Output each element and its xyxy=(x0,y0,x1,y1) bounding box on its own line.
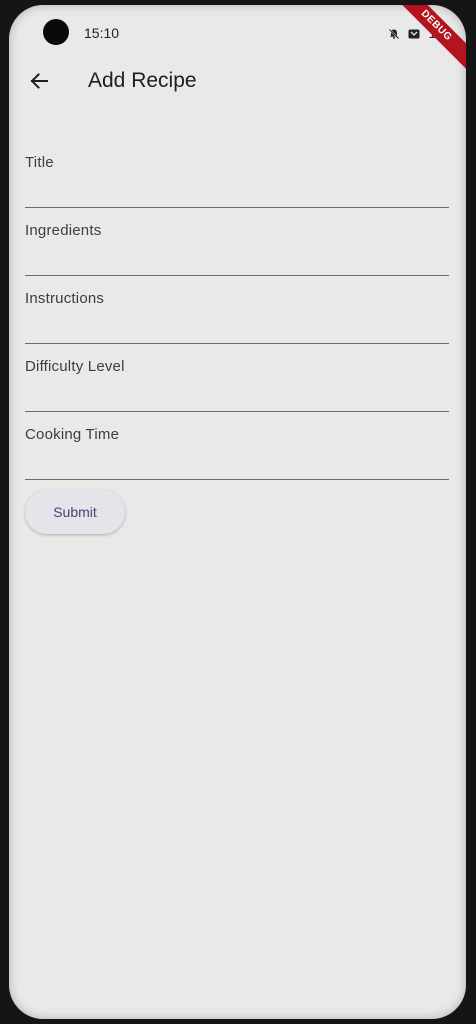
phone-frame: 15:10 14 DEBUG xyxy=(0,0,476,1024)
title-field-label: Title xyxy=(25,154,54,171)
app-bar: Add Recipe xyxy=(9,61,466,107)
arrow-back-icon xyxy=(29,71,49,96)
difficulty-level-input[interactable] xyxy=(25,383,453,407)
ingredients-field-label: Ingredients xyxy=(25,222,102,239)
cooking-time-field-label: Cooking Time xyxy=(25,426,120,443)
notification-box-icon xyxy=(408,27,420,39)
title-input[interactable] xyxy=(25,179,453,203)
instructions-field-label: Instructions xyxy=(25,290,105,307)
app-screen: 15:10 14 DEBUG xyxy=(9,5,466,1019)
bell-muted-icon xyxy=(388,27,400,40)
title-field[interactable]: Title xyxy=(25,140,453,208)
cooking-time-field[interactable]: Cooking Time xyxy=(25,412,453,480)
page-title: Add Recipe xyxy=(88,69,197,92)
back-button[interactable] xyxy=(23,67,55,99)
cooking-time-input[interactable] xyxy=(25,451,453,475)
ingredients-input[interactable] xyxy=(25,247,453,271)
instructions-field[interactable]: Instructions xyxy=(25,276,453,344)
instructions-input[interactable] xyxy=(25,315,453,339)
status-time: 15:10 xyxy=(84,25,120,41)
submit-button[interactable]: Submit xyxy=(25,490,125,534)
recipe-form: Title Ingredients Instructions Difficult… xyxy=(25,140,453,480)
status-bar: 15:10 14 DEBUG xyxy=(9,5,466,75)
difficulty-level-field[interactable]: Difficulty Level xyxy=(25,344,453,412)
ingredients-field[interactable]: Ingredients xyxy=(25,208,453,276)
difficulty-level-field-label: Difficulty Level xyxy=(25,358,125,375)
camera-cutout xyxy=(43,19,69,45)
